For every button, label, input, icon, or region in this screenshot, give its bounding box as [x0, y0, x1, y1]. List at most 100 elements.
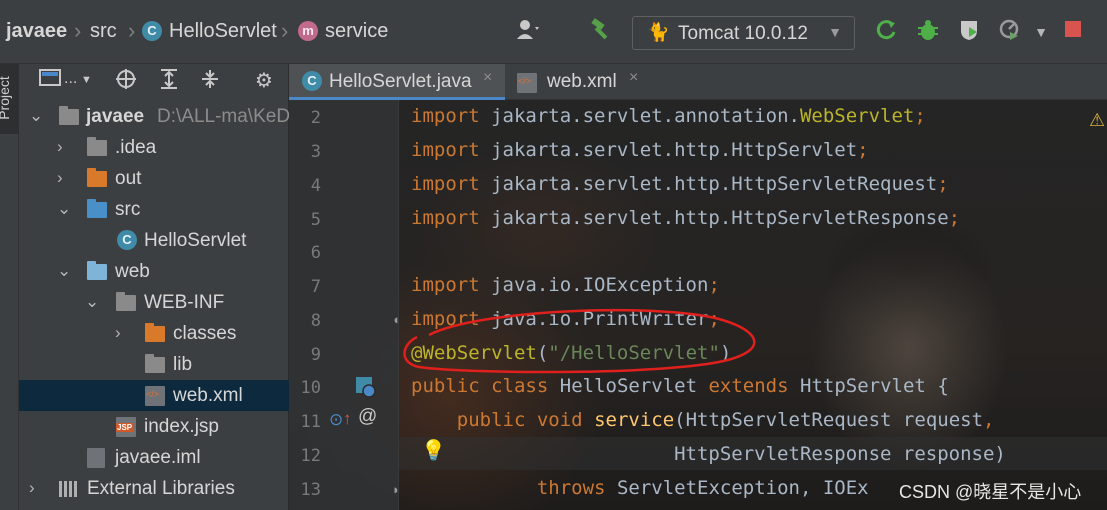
tree-item-web[interactable]: ⌄ web	[19, 256, 289, 287]
run-configuration-label: Tomcat 10.0.12	[678, 23, 808, 44]
semicolon: ;	[708, 308, 720, 330]
tree-item-idea[interactable]: › .idea	[19, 132, 289, 163]
build-hammer-icon[interactable]	[588, 18, 614, 48]
locate-file-icon[interactable]	[115, 68, 137, 96]
keyword: throws	[536, 477, 606, 499]
string-literal: "/HelloServlet"	[548, 342, 720, 364]
code-text: {	[937, 375, 949, 397]
warning-icon[interactable]: ⚠	[1089, 110, 1105, 131]
code-text: java.io.PrintWriter	[491, 308, 709, 330]
chevron-down-icon[interactable]: ⌄	[57, 199, 71, 219]
tree-item-external-libraries[interactable]: › External Libraries	[19, 473, 289, 504]
chevron-right-icon[interactable]: ›	[57, 168, 63, 188]
chevron-down-icon[interactable]: ⌄	[57, 261, 71, 281]
tree-item-out[interactable]: › out	[19, 163, 289, 194]
view-selector[interactable]: ...	[64, 70, 77, 88]
stop-icon[interactable]	[1060, 18, 1086, 46]
breadcrumb-project[interactable]: javaee	[6, 20, 67, 43]
tree-item-label: web.xml	[173, 385, 243, 406]
close-icon[interactable]: ×	[483, 69, 492, 87]
excluded-folder-icon	[145, 323, 165, 342]
tree-item-web-inf[interactable]: ⌄ WEB-INF	[19, 287, 289, 318]
breadcrumb-method[interactable]: service	[325, 20, 388, 43]
keyword: import	[411, 105, 480, 127]
code-text: HttpServletResponse response)	[674, 443, 1006, 465]
window-icon[interactable]	[39, 68, 61, 94]
tab-label: web.xml	[547, 71, 617, 92]
breadcrumb-src[interactable]: src	[90, 20, 117, 43]
keyword: extends	[708, 375, 789, 397]
tree-item-web-xml[interactable]: web.xml	[19, 380, 289, 411]
code-line: import java.io.PrintWriter;	[411, 308, 720, 330]
chevron-down-icon[interactable]: ⌄	[29, 106, 43, 126]
line-number: 12	[300, 446, 321, 466]
code-line: import jakarta.servlet.http.HttpServlet;	[411, 139, 869, 161]
web-servlet-icon[interactable]	[355, 376, 377, 403]
semicolon: ;	[914, 105, 926, 127]
breadcrumb-separator: ›	[74, 18, 82, 43]
watermark: CSDN @晓星不是小心	[899, 482, 1082, 502]
tree-item-helloservlet[interactable]: C HelloServlet	[19, 225, 289, 256]
tree-item-label: out	[115, 168, 142, 189]
iml-file-icon	[87, 448, 105, 468]
comma: ,	[983, 409, 995, 431]
tree-item-lib[interactable]: lib	[19, 349, 289, 380]
override-arrow-icon[interactable]: ↑	[343, 409, 352, 429]
line-number: 8	[310, 311, 321, 331]
implementing-method-icon[interactable]: ⊙	[329, 410, 343, 430]
code-line: public class HelloServlet extends HttpSe…	[411, 375, 949, 397]
fold-marker-icon[interactable]: ◗	[392, 482, 400, 497]
chevron-right-icon[interactable]: ›	[57, 137, 63, 157]
semicolon: ;	[948, 207, 961, 229]
chevron-down-icon[interactable]: ⌄	[85, 292, 99, 312]
collapse-all-icon[interactable]	[200, 68, 220, 96]
chevron-right-icon[interactable]: ›	[115, 323, 121, 343]
tree-item-index-jsp[interactable]: index.jsp	[19, 411, 289, 442]
code-text: (	[536, 342, 549, 364]
class-icon: C	[302, 71, 322, 91]
chevron-right-icon[interactable]: ›	[29, 478, 35, 498]
chevron-down-icon[interactable]: ▼	[1028, 24, 1054, 40]
breadcrumb-class[interactable]: HelloServlet	[169, 20, 277, 43]
xml-file-icon	[517, 73, 537, 93]
editor-gutter: 2 3 4 5 6 7 8 9 10 11 12 13 ◖ ⊙ ↑ @ ◗	[289, 100, 400, 510]
navigation-bar: javaee › src › C HelloServlet › m servic…	[0, 0, 1107, 64]
tree-item-classes[interactable]: › classes	[19, 318, 289, 349]
code-line: throws ServletException, IOEx	[411, 477, 869, 499]
tool-window-strip: Project	[0, 64, 19, 510]
line-number: 7	[310, 277, 321, 297]
project-tool-window-tab[interactable]: Project	[0, 64, 19, 134]
profiler-icon[interactable]	[997, 18, 1023, 48]
code-text: jakarta.servlet.http.HttpServletRequest	[491, 173, 938, 195]
code-line: HttpServletResponse response)	[411, 443, 1006, 465]
keyword: class	[491, 375, 549, 397]
tab-helloservlet-java[interactable]: C HelloServlet.java ×	[289, 64, 505, 100]
class-name: HttpServlet	[800, 375, 926, 397]
tab-label: HelloServlet.java	[329, 71, 472, 92]
code-line: import jakarta.servlet.annotation.WebSer…	[411, 105, 926, 127]
line-number: 13	[300, 480, 321, 500]
line-number: 6	[310, 243, 321, 263]
expand-all-icon[interactable]	[159, 68, 179, 96]
coverage-icon[interactable]	[956, 18, 982, 48]
chevron-down-icon: ▼	[828, 24, 842, 40]
close-icon[interactable]: ×	[629, 69, 638, 87]
tree-item-javaee[interactable]: ⌄ javaee D:\ALL-ma\KeD	[19, 101, 290, 132]
tab-web-xml[interactable]: web.xml ×	[507, 64, 657, 100]
tree-item-src[interactable]: ⌄ src	[19, 194, 289, 225]
user-icon[interactable]	[516, 18, 542, 46]
gear-icon[interactable]: ⚙	[255, 68, 273, 93]
keyword: import	[411, 207, 480, 229]
chevron-down-icon[interactable]: ▼	[81, 74, 92, 86]
annotation-icon[interactable]: @	[358, 406, 377, 428]
code-editor[interactable]: 2 3 4 5 6 7 8 9 10 11 12 13 ◖ ⊙ ↑ @ ◗ ⚠ …	[289, 100, 1107, 510]
tree-item-javaee-iml[interactable]: javaee.iml	[19, 442, 289, 473]
run-configuration-selector[interactable]: 🐈 Tomcat 10.0.12 ▼	[632, 16, 855, 50]
fold-marker-icon[interactable]: ◖	[392, 312, 400, 327]
debug-bug-icon[interactable]	[915, 18, 941, 48]
rerun-icon[interactable]	[873, 18, 899, 48]
folder-icon	[87, 137, 107, 156]
semicolon: ;	[857, 139, 869, 161]
line-number: 9	[310, 345, 321, 365]
class-icon: C	[117, 230, 137, 250]
